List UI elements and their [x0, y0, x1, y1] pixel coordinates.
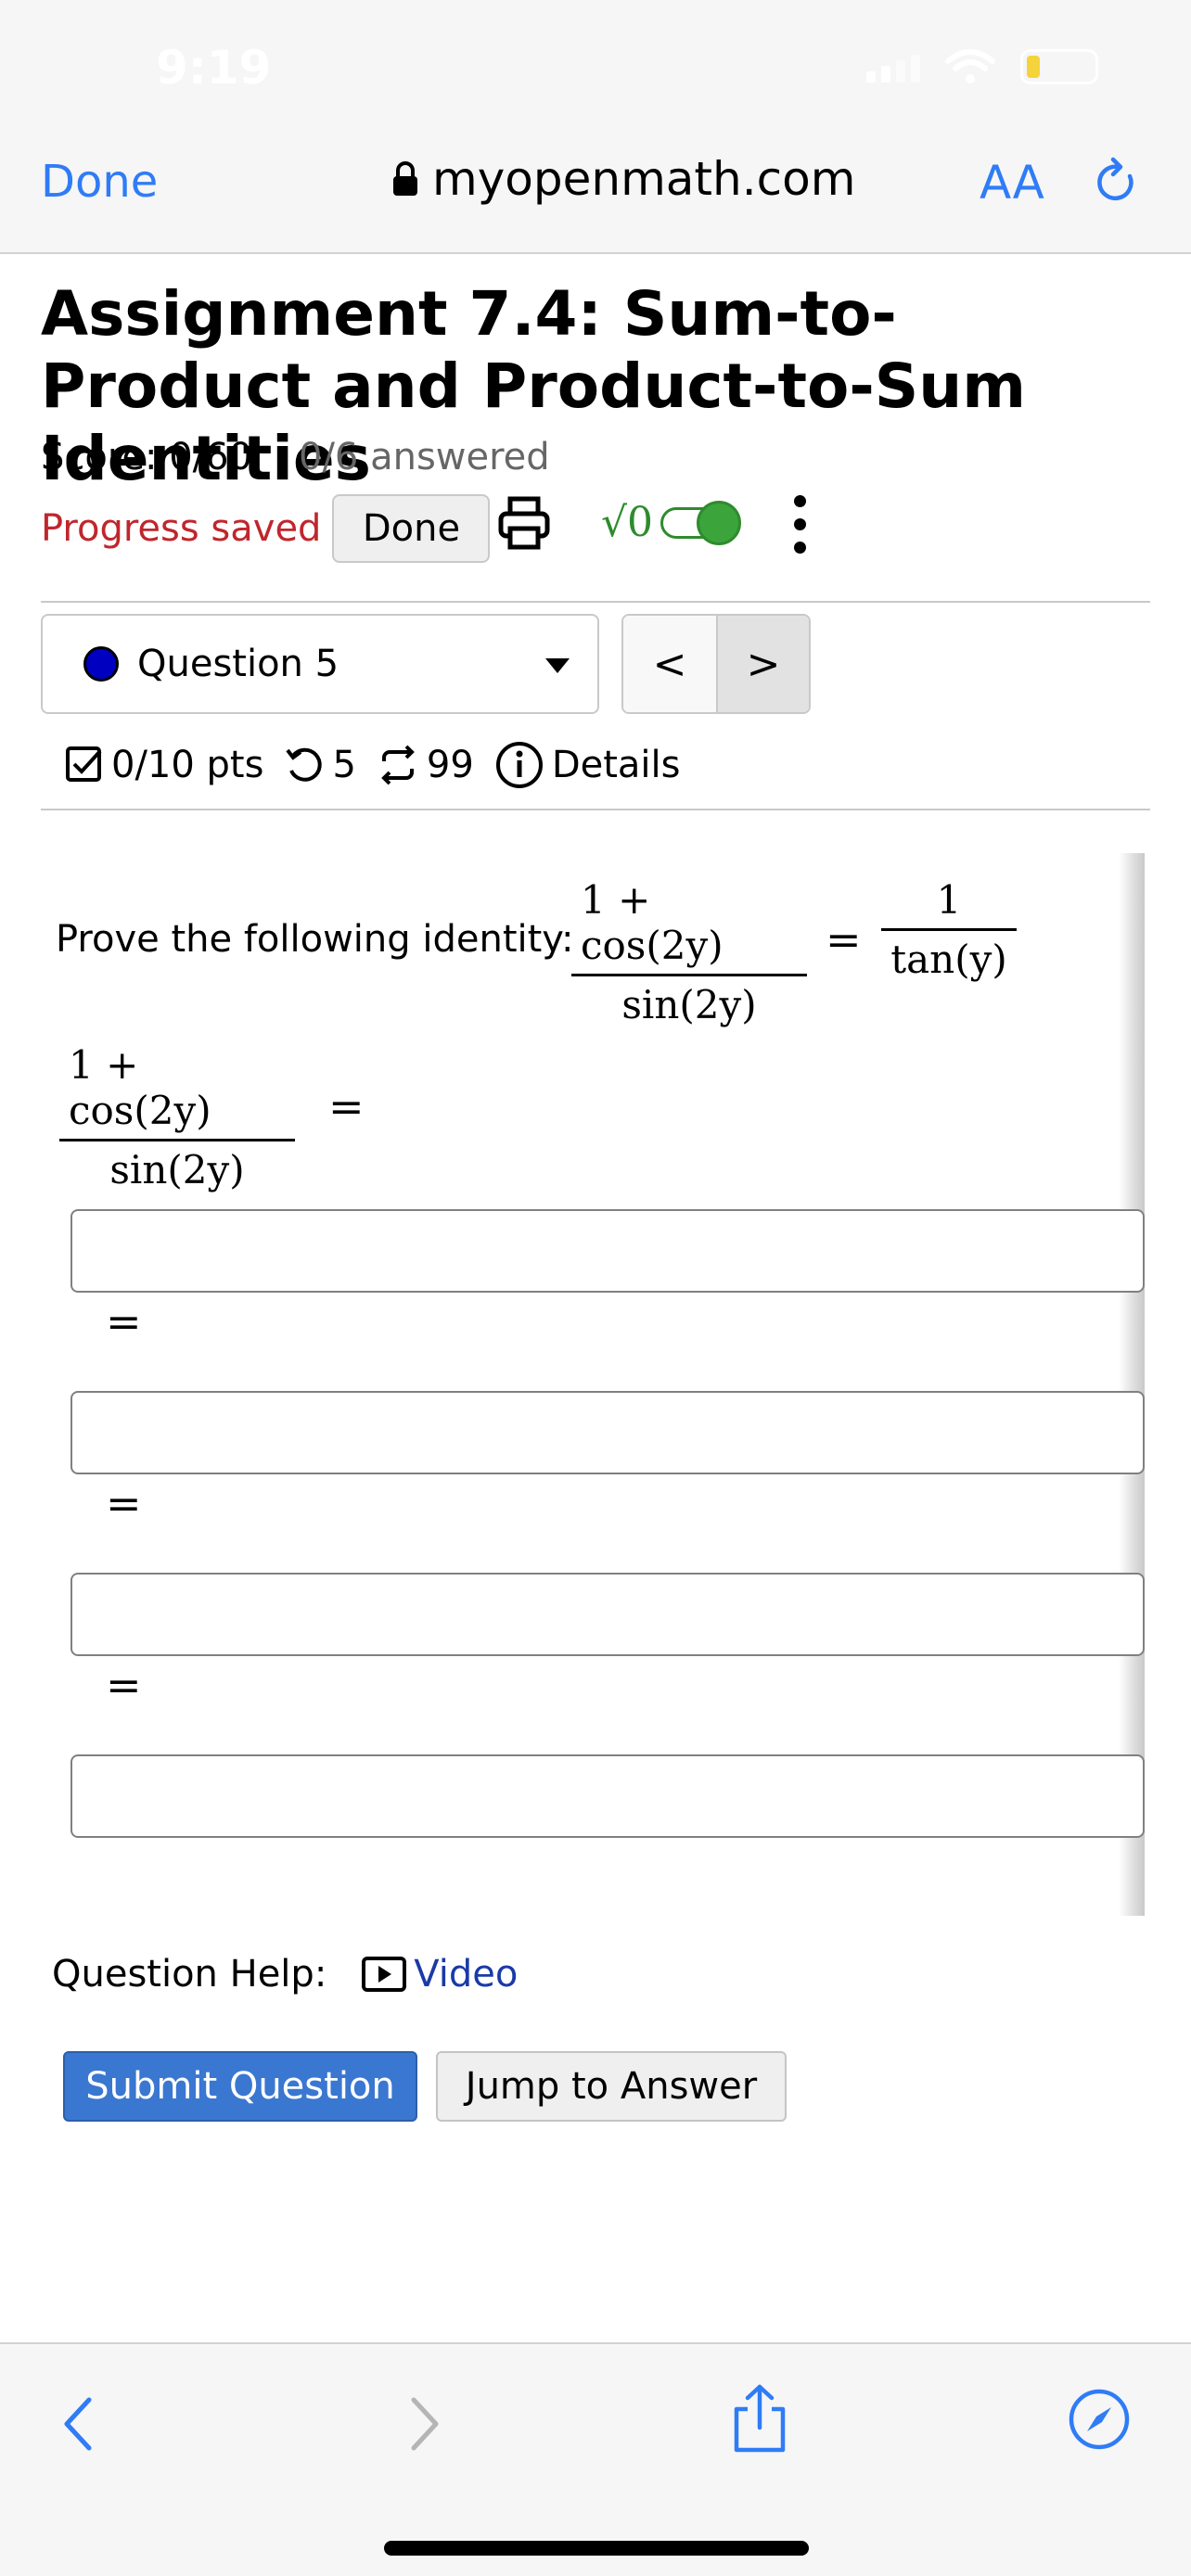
step-equals: =: [106, 1296, 142, 1346]
compass-icon[interactable]: [1067, 2387, 1132, 2452]
jump-to-answer-button[interactable]: Jump to Answer: [436, 2051, 787, 2122]
url-domain: myopenmath.com: [432, 152, 856, 206]
checkbox-icon: [66, 746, 102, 782]
progress-row: Progress saved Done: [41, 493, 491, 564]
status-icons: [866, 48, 1098, 85]
step-equals: =: [106, 1660, 142, 1710]
divider: [41, 809, 1150, 810]
retries-count: 5: [332, 744, 356, 786]
forward-icon[interactable]: [406, 2394, 443, 2454]
home-indicator: [384, 2541, 809, 2556]
start-numerator: 1 + cos(2y): [69, 1042, 211, 1133]
divider: [41, 601, 1150, 603]
question-help-label: Question Help:: [52, 1953, 327, 1996]
question-help: Question Help: Video: [52, 1953, 518, 1996]
math-toggle-label: √0: [601, 499, 654, 546]
submit-question-button[interactable]: Submit Question: [63, 2051, 417, 2122]
reload-icon[interactable]: [1093, 156, 1139, 208]
info-icon: [495, 742, 543, 788]
back-icon[interactable]: [59, 2394, 96, 2454]
retries-group: 5: [284, 744, 356, 786]
identity-lhs-denominator: sin(2y): [621, 982, 757, 1027]
video-link[interactable]: Video: [414, 1953, 518, 1996]
start-denominator: sin(2y): [109, 1147, 245, 1192]
proof-step-input-2[interactable]: [70, 1391, 1145, 1474]
video-icon[interactable]: [362, 1957, 407, 1992]
proof-step-input-3[interactable]: [70, 1573, 1145, 1656]
question-status-dot: [83, 646, 119, 682]
kebab-icon[interactable]: [790, 495, 809, 554]
details-label[interactable]: Details: [552, 744, 681, 786]
print-icon[interactable]: [497, 495, 551, 553]
proof-step-input-4[interactable]: [70, 1754, 1145, 1838]
progress-saved-text: Progress saved: [41, 507, 322, 550]
chevron-down-icon: [545, 658, 570, 673]
assignment-done-button[interactable]: Done: [332, 494, 491, 563]
question-select[interactable]: Question 5: [41, 614, 599, 714]
identity-equals: =: [826, 914, 862, 964]
battery-icon: [1020, 49, 1098, 84]
next-question-button[interactable]: >: [716, 616, 809, 712]
status-time: 9:19: [156, 41, 272, 95]
start-equals: =: [328, 1081, 365, 1131]
points-group: 0/10 pts: [65, 744, 263, 786]
question-select-label: Question 5: [137, 643, 339, 685]
identity-lhs-numerator: 1 + cos(2y): [581, 877, 724, 968]
text-size-label: AA: [980, 156, 1044, 210]
start-expression: 1 + cos(2y) sin(2y): [59, 1042, 295, 1192]
attempts-count: 99: [426, 744, 474, 786]
identity-rhs-fraction: 1 tan(y): [881, 877, 1017, 982]
identity-lhs-fraction: 1 + cos(2y) sin(2y): [571, 877, 807, 1027]
points-text: 0/10 pts: [111, 744, 264, 786]
signal-icon: [866, 51, 920, 83]
step-equals: =: [106, 1478, 142, 1528]
details-group[interactable]: Details: [494, 740, 681, 790]
retry-icon: [286, 747, 323, 782]
question-prompt: Prove the following identity:: [56, 918, 574, 961]
address-bar[interactable]: myopenmath.com: [391, 152, 855, 206]
proof-step-input-1[interactable]: [70, 1209, 1145, 1293]
lock-icon: [393, 161, 417, 196]
math-display-toggle[interactable]: √0: [601, 499, 742, 546]
text-size-button[interactable]: AA: [980, 156, 1044, 210]
prev-question-button[interactable]: <: [623, 616, 716, 712]
identity-rhs-numerator: 1: [936, 877, 962, 923]
question-meta: 0/10 pts 5 99 Details: [65, 740, 700, 790]
browser-header: 9:19 Done myopenmath.com AA: [0, 0, 1191, 254]
attempts-group: 99: [377, 744, 474, 786]
browser-done-button[interactable]: Done: [41, 156, 158, 208]
identity-rhs-denominator: tan(y): [890, 937, 1007, 982]
attempts-icon: [381, 745, 415, 785]
score-text: Score: 0/60: [41, 436, 253, 478]
share-icon[interactable]: [729, 2383, 790, 2454]
question-nav-buttons: < >: [621, 614, 811, 714]
answered-count: 0/6 answered: [299, 436, 550, 478]
toggle-switch[interactable]: [660, 500, 742, 545]
wifi-icon: [945, 49, 995, 83]
